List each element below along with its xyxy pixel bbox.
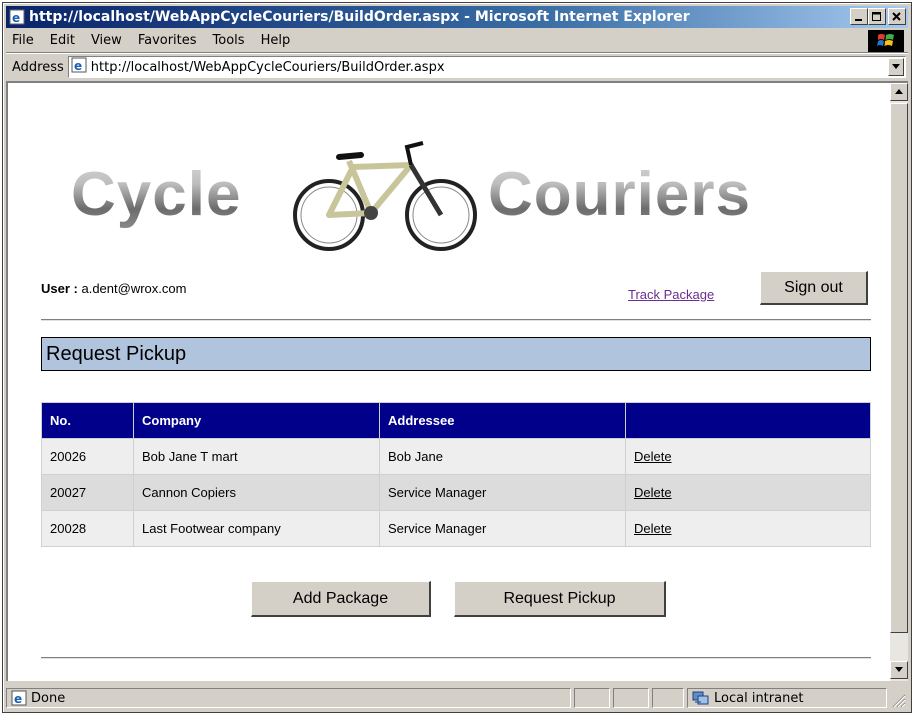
table-header-row: No. Company Addressee <box>41 402 871 439</box>
cell-no: 20026 <box>41 438 134 475</box>
sign-out-button[interactable]: Sign out <box>760 271 868 305</box>
delete-link[interactable]: Delete <box>634 449 672 464</box>
scroll-down-button[interactable] <box>890 661 908 679</box>
bicycle-icon <box>293 141 477 251</box>
chevron-down-icon <box>892 64 900 69</box>
browser-window: e http://localhost/WebAppCycleCouriers/B… <box>2 2 912 713</box>
status-zone-panel: Local intranet <box>687 688 887 708</box>
col-header-addressee: Addressee <box>379 402 626 439</box>
web-page: Cycle Couriers User : a.dent@wrox.com Tr… <box>8 83 888 681</box>
divider-top <box>41 319 871 321</box>
status-panel <box>613 688 649 708</box>
table-row: 20026 Bob Jane T mart Bob Jane Delete <box>41 438 871 475</box>
cycle-couriers-logo: Cycle Couriers <box>53 97 793 251</box>
menu-view[interactable]: View <box>83 31 130 51</box>
table-row: 20028 Last Footwear company Service Mana… <box>41 510 871 547</box>
ie-page-icon: e <box>9 9 25 25</box>
close-icon <box>892 11 901 21</box>
status-bar: e Done Local intranet <box>6 686 908 710</box>
svg-text:e: e <box>14 692 22 706</box>
windows-logo-icon <box>868 30 904 52</box>
menu-edit[interactable]: Edit <box>42 31 83 51</box>
ie-page-icon: e <box>71 57 87 77</box>
cell-company: Cannon Copiers <box>133 474 380 511</box>
status-text: Done <box>31 690 66 706</box>
cell-company: Bob Jane T mart <box>133 438 380 475</box>
address-url: http://localhost/WebAppCycleCouriers/Bui… <box>90 59 445 75</box>
col-header-company: Company <box>133 402 380 439</box>
title-bar[interactable]: e http://localhost/WebAppCycleCouriers/B… <box>6 6 908 28</box>
menu-bar: File Edit View Favorites Tools Help <box>6 29 908 54</box>
menu-help[interactable]: Help <box>253 31 299 51</box>
menu-file[interactable]: File <box>6 31 42 51</box>
col-header-no: No. <box>41 402 134 439</box>
user-email: a.dent@wrox.com <box>81 281 187 296</box>
vertical-scrollbar[interactable] <box>890 83 908 681</box>
cell-addressee: Bob Jane <box>379 438 626 475</box>
status-panel <box>574 688 610 708</box>
close-button[interactable] <box>888 8 906 25</box>
svg-text:e: e <box>12 11 20 25</box>
address-input[interactable]: e http://localhost/WebAppCycleCouriers/B… <box>67 56 906 78</box>
logo-text-cycle: Cycle <box>71 160 242 229</box>
cell-addressee: Service Manager <box>379 510 626 547</box>
zone-text: Local intranet <box>714 690 804 706</box>
scroll-thumb[interactable] <box>890 103 908 633</box>
ie-page-icon: e <box>11 690 27 706</box>
col-header-action <box>625 402 871 439</box>
address-label: Address <box>12 59 64 75</box>
packages-table: No. Company Addressee 20026 Bob Jane T m… <box>41 402 871 547</box>
menu-tools[interactable]: Tools <box>205 31 253 51</box>
svg-text:e: e <box>74 59 82 73</box>
arrow-up-icon <box>895 89 903 94</box>
maximize-icon <box>872 11 881 21</box>
divider-bottom <box>41 657 871 659</box>
menu-favorites[interactable]: Favorites <box>130 31 205 51</box>
cell-action: Delete <box>625 438 871 475</box>
request-pickup-button[interactable]: Request Pickup <box>454 581 666 617</box>
address-dropdown-button[interactable] <box>888 58 904 76</box>
status-done-panel: e Done <box>6 688 571 708</box>
delete-link[interactable]: Delete <box>634 521 672 536</box>
window-title: http://localhost/WebAppCycleCouriers/Bui… <box>29 9 690 25</box>
cell-no: 20028 <box>41 510 134 547</box>
scroll-up-button[interactable] <box>890 83 908 101</box>
track-package-link[interactable]: Track Package <box>628 287 714 302</box>
status-panel <box>652 688 684 708</box>
page-viewport: Cycle Couriers User : a.dent@wrox.com Tr… <box>6 81 908 681</box>
minimize-button[interactable] <box>850 8 868 25</box>
resize-grip-icon[interactable] <box>890 692 906 708</box>
cell-no: 20027 <box>41 474 134 511</box>
maximize-button[interactable] <box>868 8 886 25</box>
user-info: User : a.dent@wrox.com <box>41 281 186 296</box>
cell-action: Delete <box>625 474 871 511</box>
cell-action: Delete <box>625 510 871 547</box>
add-package-button[interactable]: Add Package <box>251 581 431 617</box>
delete-link[interactable]: Delete <box>634 485 672 500</box>
arrow-down-icon <box>895 667 903 672</box>
cell-addressee: Service Manager <box>379 474 626 511</box>
minimize-icon <box>855 18 862 21</box>
intranet-icon <box>692 690 710 706</box>
user-label: User : <box>41 281 78 296</box>
table-row: 20027 Cannon Copiers Service Manager Del… <box>41 474 871 511</box>
cell-company: Last Footwear company <box>133 510 380 547</box>
request-pickup-heading: Request Pickup <box>41 337 871 371</box>
address-bar: Address e http://localhost/WebAppCycleCo… <box>6 54 908 80</box>
logo-text-couriers: Couriers <box>488 160 751 229</box>
